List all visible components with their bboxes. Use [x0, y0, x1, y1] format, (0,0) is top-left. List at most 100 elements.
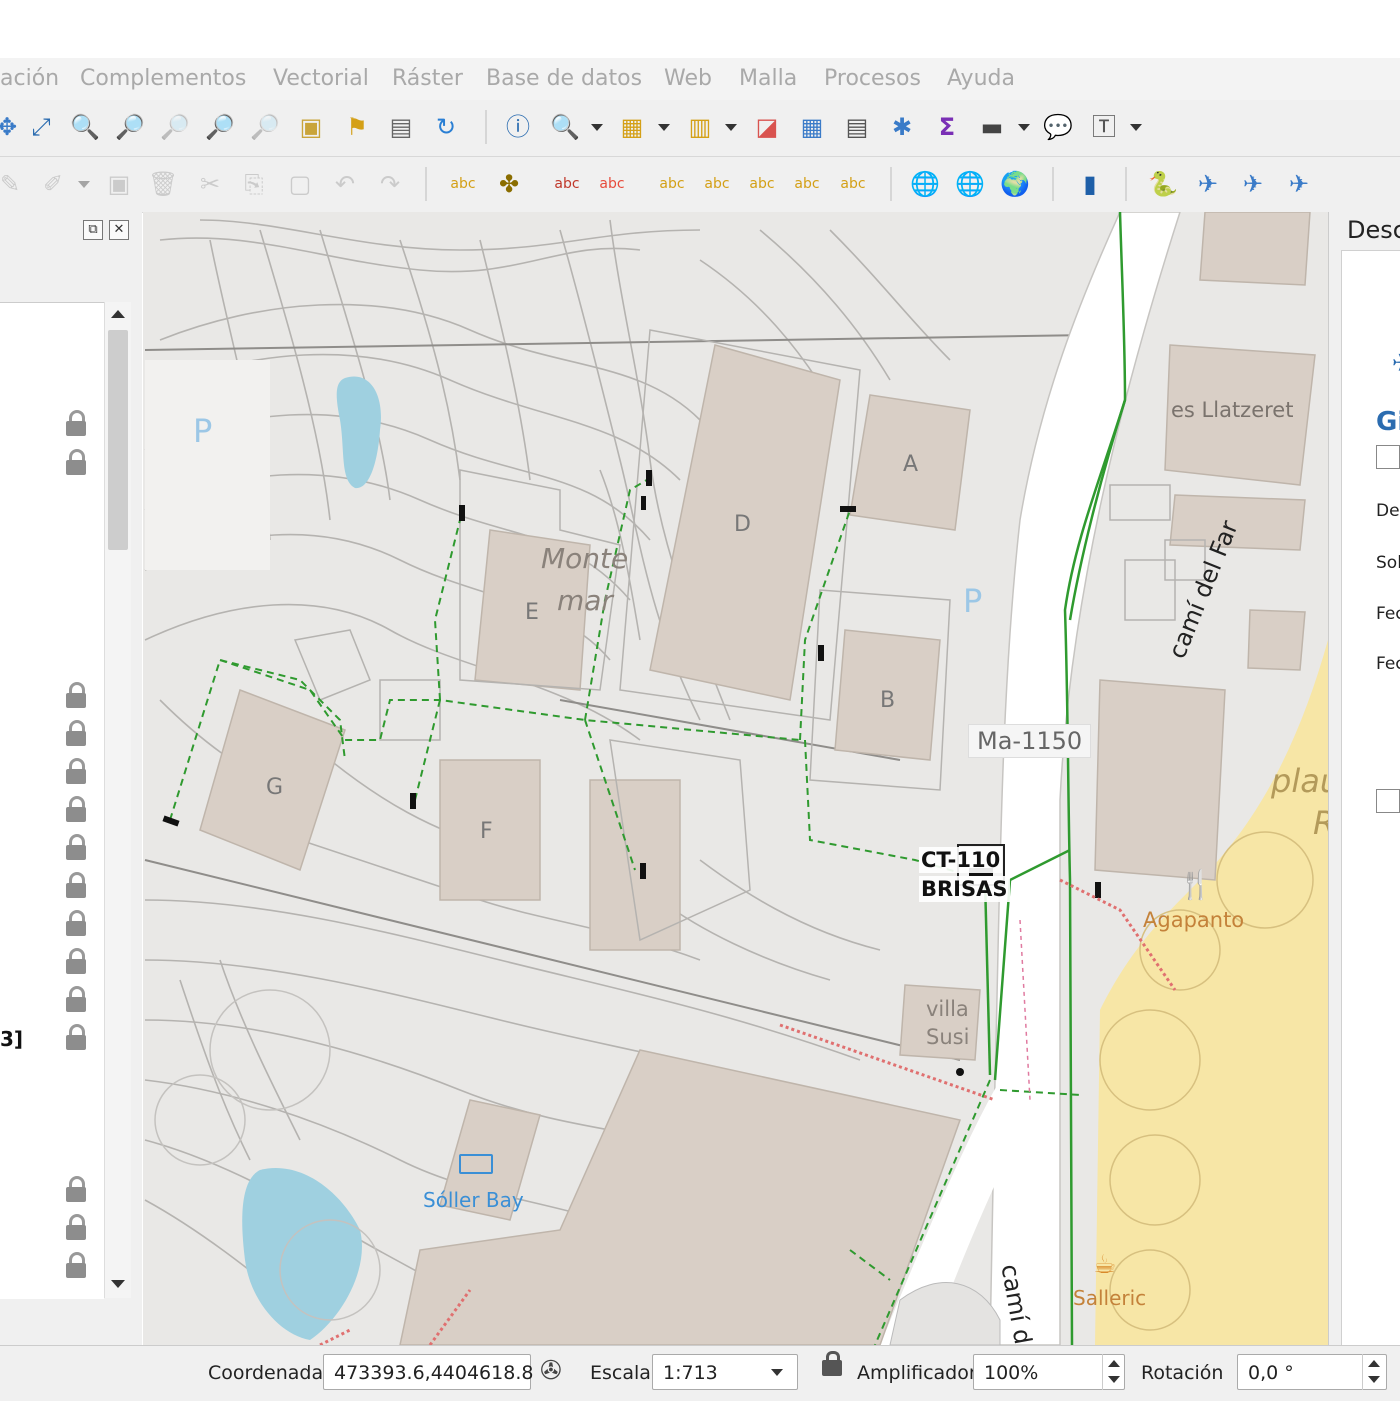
lock-icon[interactable]	[62, 985, 90, 1015]
map-tips-icon[interactable]: 💬	[1043, 112, 1073, 142]
digitize-icon[interactable]: ✎	[0, 169, 25, 199]
label-change-icon[interactable]: abc	[747, 169, 777, 199]
rotation-spin-arrows[interactable]	[1362, 1354, 1385, 1390]
edit-vertex-icon[interactable]: ✐	[38, 169, 68, 199]
scale-combo[interactable]: 1:713	[652, 1354, 798, 1390]
menu-item-malla[interactable]: Malla	[739, 66, 797, 91]
text-annotation-icon[interactable]: 🅃	[1089, 112, 1119, 142]
label-pin-icon[interactable]: abc	[552, 169, 582, 199]
map-canvas[interactable]: camí del Far camí del Far Ma-1150 Monte …	[143, 212, 1328, 1345]
zoom-selection-icon[interactable]: 🔎	[205, 112, 235, 142]
chevron-down-icon[interactable]	[591, 124, 603, 131]
chevron-down-icon[interactable]	[1018, 124, 1030, 131]
label-rotate-icon[interactable]: abc	[702, 169, 732, 199]
lock-icon[interactable]	[62, 795, 90, 825]
map-label-place-2: mar	[557, 584, 613, 617]
scroll-down-icon[interactable]	[111, 1280, 125, 1288]
paste-icon[interactable]: ▢	[285, 169, 315, 199]
coordinate-field[interactable]: 473393.6,4404618.8	[323, 1354, 533, 1390]
zoom-full-icon[interactable]: ⤢	[26, 112, 56, 142]
sum-icon[interactable]: Σ	[932, 112, 962, 142]
menu-item-web[interactable]: Web	[664, 66, 712, 91]
menu-item-raster[interactable]: Ráster	[392, 66, 463, 91]
menu-item-procesos[interactable]: Procesos	[824, 66, 921, 91]
layer-tree-scrollbar[interactable]	[104, 302, 131, 1298]
form-checkbox[interactable]	[1376, 445, 1400, 469]
book-icon[interactable]: ▮	[1075, 169, 1105, 199]
wms-icon[interactable]: 🌐	[955, 169, 985, 199]
globe-icon[interactable]: 🌍	[1000, 169, 1030, 199]
new-bookmark-icon[interactable]: ⚑	[342, 112, 372, 142]
zoom-last-icon[interactable]: ▣	[296, 112, 326, 142]
building-label-b: B	[880, 688, 896, 713]
lock-icon[interactable]	[62, 871, 90, 901]
chevron-down-icon[interactable]	[771, 1369, 783, 1376]
layer-tree[interactable]: 3]	[0, 302, 104, 1299]
form-checkbox-2[interactable]	[1376, 789, 1400, 813]
close-panel-button[interactable]: ✕	[109, 220, 129, 240]
zoom-in-icon[interactable]: 🔍	[70, 112, 100, 142]
magnifier-spin-arrows[interactable]	[1102, 1354, 1125, 1390]
menu-item-ayuda[interactable]: Ayuda	[947, 66, 1015, 91]
lock-icon[interactable]	[62, 947, 90, 977]
delete-icon[interactable]: 🗑	[148, 169, 178, 199]
lock-icon[interactable]	[62, 1023, 90, 1053]
field-calculator-icon[interactable]: ▦	[797, 112, 827, 142]
menu-item-vectorial[interactable]: Vectorial	[273, 66, 369, 91]
toggle-extents-icon[interactable]: ✇	[540, 1356, 562, 1386]
label-diagram-icon[interactable]: abc	[838, 169, 868, 199]
lock-icon[interactable]	[62, 681, 90, 711]
float-panel-button[interactable]: ⧉	[83, 220, 103, 240]
pan-map-icon[interactable]: ✥	[0, 112, 22, 142]
undo-icon[interactable]: ↶	[330, 169, 360, 199]
zoom-out-icon[interactable]: 🔎	[115, 112, 145, 142]
label-show-icon[interactable]: abc	[597, 169, 627, 199]
label-move-icon[interactable]: abc	[657, 169, 687, 199]
scroll-up-icon[interactable]	[111, 310, 125, 318]
lock-icon[interactable]	[62, 719, 90, 749]
label-icon[interactable]: abc	[448, 169, 478, 199]
zoom-layer-icon[interactable]: 🔎	[250, 112, 280, 142]
python-icon[interactable]: 🐍	[1148, 169, 1178, 199]
chevron-down-icon[interactable]	[1130, 124, 1142, 131]
map-drawing	[144, 212, 1328, 1345]
select-feature-icon[interactable]: 🔍	[550, 112, 580, 142]
save-edits-icon[interactable]: ▣	[104, 169, 134, 199]
deselect-icon[interactable]: ▥	[685, 112, 715, 142]
lock-icon[interactable]	[62, 757, 90, 787]
lock-scale-icon[interactable]	[822, 1360, 842, 1376]
lock-icon[interactable]	[62, 448, 90, 478]
menu-item-complementos[interactable]: Complementos	[80, 66, 246, 91]
lock-icon[interactable]	[62, 1251, 90, 1281]
lock-icon[interactable]	[62, 909, 90, 939]
show-bookmarks-icon[interactable]: ▤	[386, 112, 416, 142]
refresh-icon[interactable]: ↻	[431, 112, 461, 142]
redo-icon[interactable]: ↷	[375, 169, 405, 199]
identify-icon[interactable]: ⓘ	[503, 112, 533, 142]
select-by-value-icon[interactable]: ▦	[617, 112, 647, 142]
menu-item-base-de-datos[interactable]: Base de datos	[486, 66, 642, 91]
measure-icon[interactable]: ▬	[977, 112, 1007, 142]
scroll-thumb[interactable]	[108, 330, 128, 550]
copy-icon[interactable]: ⎘	[239, 169, 269, 199]
chevron-down-icon[interactable]	[725, 124, 737, 131]
web-map-icon[interactable]: 🌐	[910, 169, 940, 199]
menu-item-configuracion[interactable]: ación	[0, 66, 59, 91]
chevron-down-icon[interactable]	[658, 124, 670, 131]
plugin-c-icon[interactable]: ✈	[1284, 169, 1314, 199]
lock-icon[interactable]	[62, 833, 90, 863]
lock-icon[interactable]	[62, 1213, 90, 1243]
settings-gear-icon[interactable]: ✱	[887, 112, 917, 142]
pool-1	[336, 376, 381, 489]
plugin-b-icon[interactable]: ✈	[1238, 169, 1268, 199]
statistics-icon[interactable]: ▤	[842, 112, 872, 142]
lock-icon[interactable]	[62, 409, 90, 439]
lock-icon[interactable]	[62, 1175, 90, 1205]
plugin-a-icon[interactable]: ✈	[1193, 169, 1223, 199]
cut-icon[interactable]: ✂	[195, 169, 225, 199]
label-style-icon[interactable]: ✤	[494, 169, 524, 199]
open-attribute-table-icon[interactable]: ◪	[752, 112, 782, 142]
label-toggle-icon[interactable]: abc	[792, 169, 822, 199]
zoom-native-icon[interactable]: 🔎	[160, 112, 190, 142]
chevron-down-icon[interactable]	[78, 181, 90, 188]
